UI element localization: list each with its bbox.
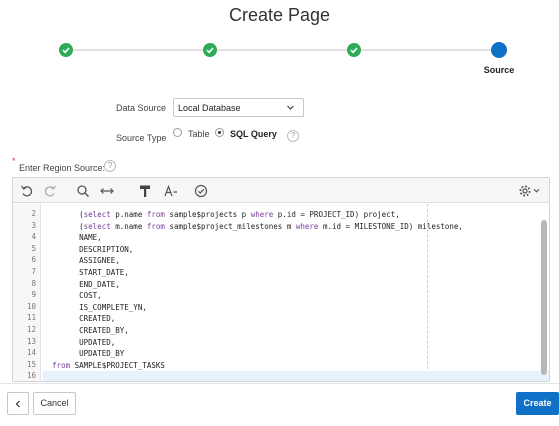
chevron-left-icon [15,400,20,408]
wizard-step-1-complete [59,43,73,57]
line-number: 15 [26,359,36,369]
source-type-table-label[interactable]: Table [188,129,210,139]
line-number: 6 [31,255,36,265]
validate-button[interactable] [193,183,209,199]
check-icon [206,47,214,54]
line-number: 12 [26,325,36,334]
wizard-step-2-complete [203,43,217,57]
format-code-button[interactable] [137,183,153,199]
source-type-table-radio[interactable] [173,128,182,137]
line-number: 3 [31,220,36,230]
gear-icon [519,185,531,197]
replace-button[interactable] [99,183,115,199]
validate-icon [194,184,208,198]
code-line: COST, [43,291,102,301]
data-source-label: Data Source [116,103,167,113]
replace-icon [100,188,114,194]
chevron-down-icon [533,188,540,193]
chevron-down-icon [287,105,294,110]
previous-button[interactable] [7,392,29,415]
line-number: 16 [26,371,36,381]
font-size-icon [164,184,177,197]
create-button[interactable]: Create [516,392,559,415]
data-source-value: Local Database [178,103,241,113]
hammer-icon [140,185,150,197]
code-line: DESCRIPTION, [43,244,134,254]
line-number: 10 [26,301,36,311]
line-number: 4 [31,232,36,242]
code-line: ASSIGNEE, [43,256,120,266]
region-source-help-icon[interactable]: ? [104,160,116,172]
code-line: (select m.name from sample$project_miles… [43,221,463,231]
region-source-label: Enter Region Source: [19,163,106,173]
line-number: 14 [26,348,36,358]
line-number: 2 [31,209,36,218]
font-size-button[interactable] [163,183,179,199]
code-line: IS_COMPLETE_YN, [43,302,147,312]
search-icon [77,185,89,197]
code-line: END_DATE, [43,279,120,289]
check-icon [62,47,70,54]
line-number: 7 [31,267,36,276]
code-area[interactable]: (select p.name from sample$projects p wh… [43,204,549,381]
wizard-current-step-label: Source [483,65,515,75]
line-number: 5 [31,243,36,253]
redo-button[interactable] [42,183,58,199]
source-type-label: Source Type [116,133,167,143]
code-line: UPDATED, [43,337,116,347]
sql-code-editor[interactable]: 2 3 4 5 6 7 8 9 10 11 12 13 14 15 16 (select p.name fr… [12,177,550,382]
code-line: NAME, [43,233,102,243]
required-marker: * [12,156,16,166]
wizard-step-3-complete [347,43,361,57]
code-line [43,371,549,381]
line-number-gutter: 2 3 4 5 6 7 8 9 10 11 12 13 14 15 16 [13,204,41,381]
dialog-title: Create Page [228,5,331,25]
line-number: 9 [31,290,36,300]
line-number: 11 [26,313,36,323]
data-source-select[interactable]: Local Database [173,98,304,117]
redo-icon [44,185,57,197]
wizard-progress-track [66,49,498,51]
code-line: CREATED, [43,314,116,324]
line-number: 13 [26,336,36,346]
source-type-sql-radio[interactable] [215,128,224,137]
wizard-step-4-current [491,42,507,58]
footer-divider [0,383,559,384]
editor-settings-button[interactable] [517,183,541,199]
check-icon [350,47,358,54]
source-type-sql-label[interactable]: SQL Query [230,129,277,139]
source-type-help-icon[interactable]: ? [287,130,299,142]
search-button[interactable] [75,183,91,199]
undo-icon [20,185,33,197]
undo-button[interactable] [19,183,35,199]
line-number: 8 [31,278,36,288]
editor-scrollbar[interactable] [541,220,547,375]
code-line: START_DATE, [43,268,129,277]
code-line: UPDATED_BY [43,349,125,359]
cancel-button[interactable]: Cancel [33,392,76,415]
editor-toolbar [13,178,549,203]
code-line: CREATED_BY, [43,326,129,335]
code-line: (select p.name from sample$projects p wh… [43,210,400,219]
code-line: from SAMPLE$PROJECT_TASKS [52,360,165,370]
